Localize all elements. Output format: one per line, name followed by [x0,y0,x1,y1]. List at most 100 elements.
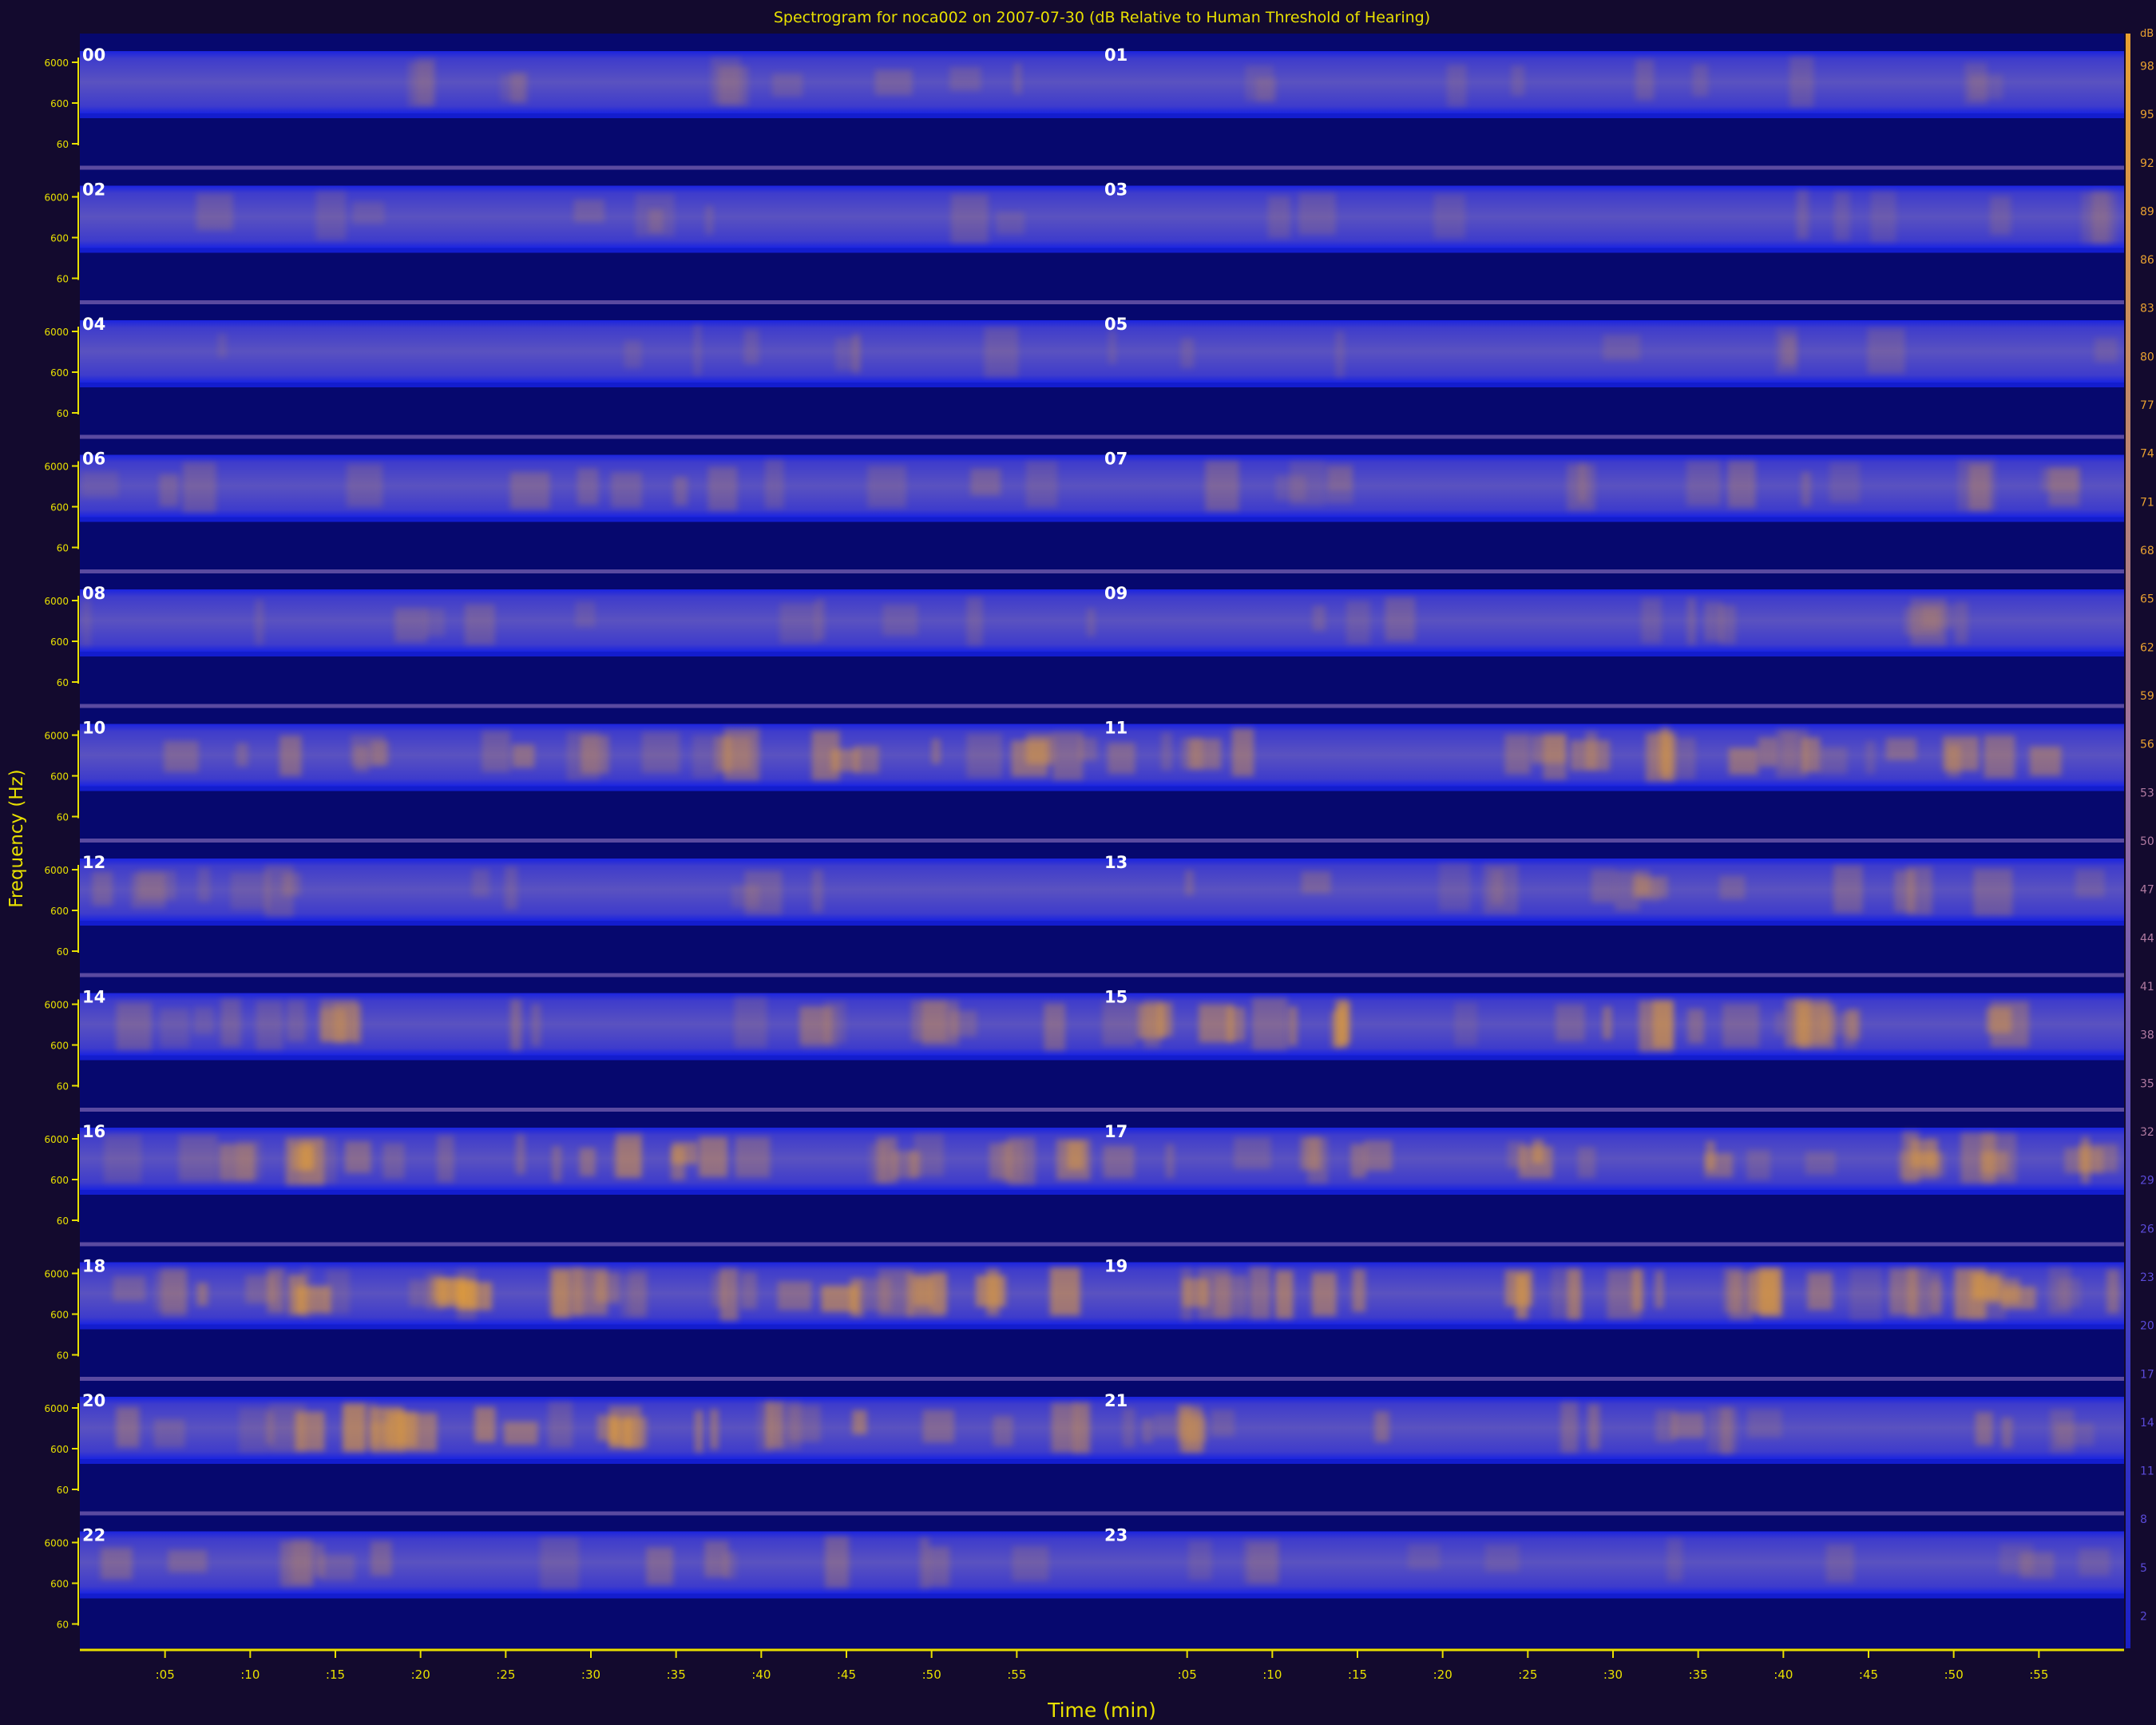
colorbar-tick-label: 62 [2140,641,2154,654]
energy-spot [723,728,760,781]
colorbar-tick-label: 92 [2140,157,2154,170]
energy-spot [81,598,92,647]
panel-label: 06 [82,450,105,469]
band-edge [1102,921,2124,926]
energy-spot [1615,870,1640,911]
energy-spot [437,1135,454,1183]
energy-spot [352,201,385,224]
energy-spot [1686,461,1721,506]
panel-label: 03 [1104,180,1128,200]
frequency-tick-label: 60 [57,677,69,688]
energy-spot [2048,1267,2071,1315]
energy-spot [1631,1269,1643,1311]
colorbar-tick-label: 80 [2140,351,2154,363]
energy-spot [1969,74,2003,100]
panel-04: 04 [80,315,1102,387]
frequency-tick-label: 600 [50,1175,69,1186]
energy-spot [1044,1003,1065,1051]
chart-title: Spectrogram for noca002 on 2007-07-30 (d… [774,9,1430,26]
energy-spot [2079,1548,2110,1576]
energy-spot [1704,601,1723,642]
frequency-tick-label: 60 [57,1215,69,1227]
energy-spot [867,465,906,508]
energy-spot [1842,1009,1857,1049]
energy-spot [1746,1149,1770,1180]
energy-spot [830,749,859,771]
energy-spot [1108,329,1116,364]
band-edge [80,1459,1102,1464]
frequency-tick-label: 600 [50,1310,69,1321]
energy-spot [984,327,1019,378]
energy-spot [993,1416,1013,1446]
energy-spot [1807,1272,1833,1311]
energy-spot [230,871,270,910]
band-edge [80,1324,1102,1330]
energy-spot [673,477,688,506]
time-tick-label: :05 [156,1668,175,1682]
frequency-tick-label: 600 [50,906,69,917]
colorbar-tick-label: 95 [2140,109,2154,121]
energy-spot [1454,1001,1478,1047]
panel-label: 20 [82,1391,105,1410]
row-separator [80,1511,2124,1516]
band-edge [80,786,1102,791]
colorbar-tick-label: 38 [2140,1029,2154,1042]
energy-spot [1556,1004,1585,1041]
energy-spot [104,1134,141,1184]
energy-spot [196,1283,208,1306]
frequency-tick-label: 600 [50,1579,69,1590]
row-separator [80,569,2124,573]
frequency-tick-label: 60 [57,274,69,285]
energy-spot [1797,189,1809,240]
energy-spot [646,1547,673,1585]
row-separator [80,434,2124,439]
panel-13: 13 [1102,853,2124,926]
time-tick-label: :35 [667,1668,686,1682]
time-tick-label: :10 [1262,1668,1282,1682]
frequency-axis-row: 6000 600 60 [44,1403,79,1496]
energy-spot [641,732,680,774]
energy-spot [723,1552,737,1579]
energy-spot [1102,1001,1136,1046]
colorbar-tick-label: 29 [2140,1175,2154,1188]
energy-spot [1652,1001,1673,1048]
colorbar-scale [2126,34,2130,1648]
energy-spot [1955,601,1968,644]
colorbar-tick-label: 11 [2140,1465,2154,1478]
panel-06: 06 [80,450,1102,522]
panel-label: 00 [82,46,105,65]
energy-spot [862,1278,891,1311]
time-tick-label: :30 [1603,1668,1623,1682]
energy-spot [1723,1267,1742,1313]
energy-spot [382,1143,405,1180]
energy-spot [1671,1412,1705,1438]
time-tick-label: :15 [1348,1668,1367,1682]
energy-spot [1447,64,1467,107]
energy-spot [1245,65,1274,101]
panel-10: 10 [80,719,1102,791]
energy-spot [1311,1272,1337,1316]
energy-spot [695,1410,703,1453]
energy-spot [1511,65,1525,97]
frequency-axis-row: 6000 600 60 [44,730,79,823]
energy-spot [735,1136,771,1178]
panel-label: 02 [82,180,105,200]
energy-spot [719,1268,739,1321]
panel-label: 21 [1104,1391,1128,1410]
energy-spot [1865,740,1876,775]
energy-spot [239,1407,268,1453]
colorbar-tick-label: 98 [2140,60,2154,73]
energy-spot [921,1001,959,1046]
energy-spot [1290,461,1326,506]
energy-spot [217,333,227,358]
energy-spot [81,471,119,498]
energy-spot [482,730,511,772]
row-separator [80,704,2124,708]
energy-spot [1727,461,1756,508]
energy-spot [1758,736,1778,767]
energy-spot [1312,605,1326,631]
energy-spot [1943,736,1980,771]
energy-spot [1211,1410,1235,1437]
energy-spot [2064,1148,2104,1173]
energy-spot [2055,1423,2095,1446]
